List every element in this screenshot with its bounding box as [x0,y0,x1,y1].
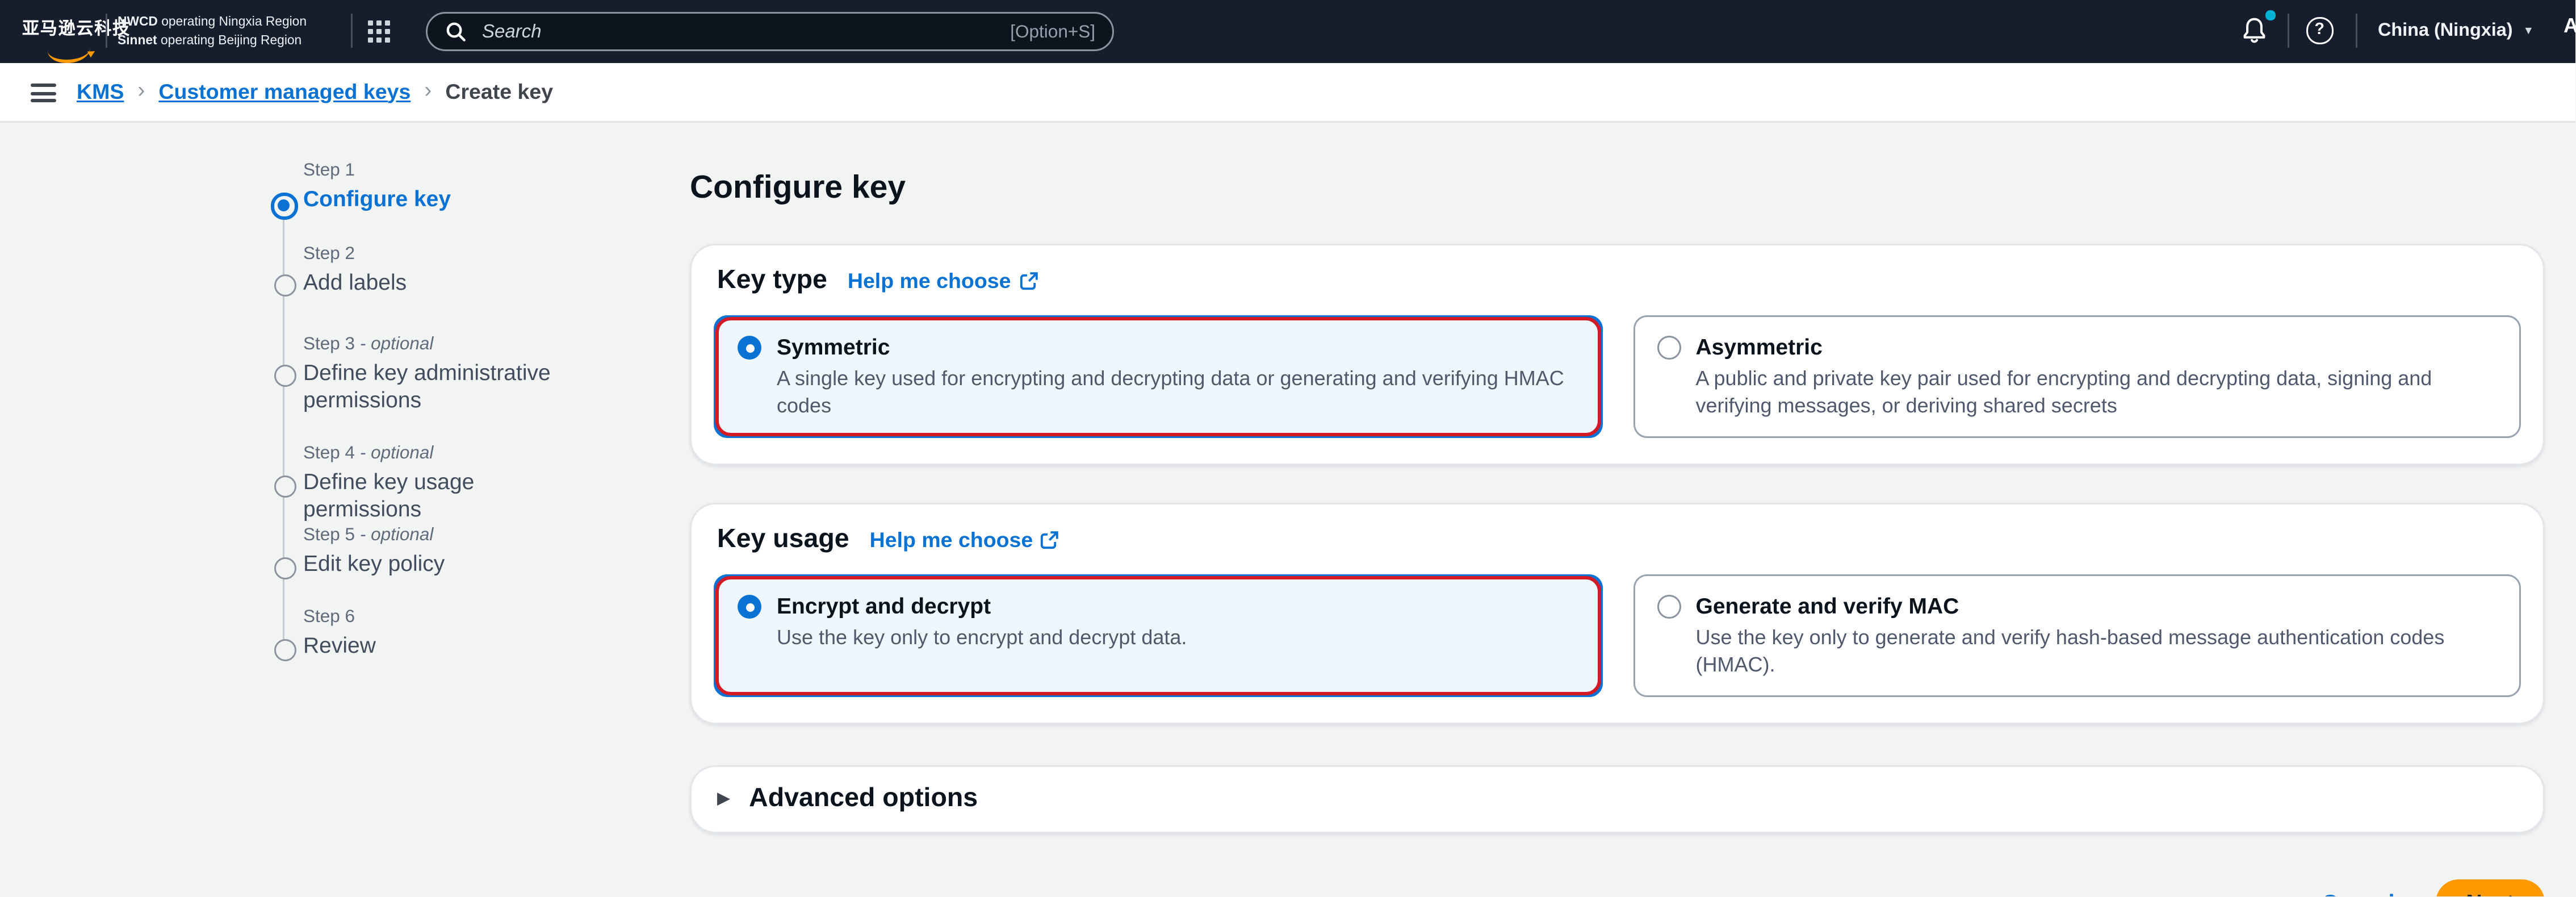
aws-china-logo[interactable]: 亚马逊云科技 [22,14,131,39]
wizard-step-define-key-usage-permissions: Step 4 - optional Define key usage permi… [303,443,596,523]
operator-line1-bold: NWCD [118,14,158,29]
option-title: Asymmetric [1696,334,2498,361]
bell-icon [2240,15,2269,46]
option-title: Encrypt and decrypt [777,593,1187,620]
key-type-option-symmetric[interactable]: Symmetric A single key used for encrypti… [714,315,1602,438]
account-menu-partial[interactable]: A [2564,14,2576,37]
step1-radio-active [271,193,298,219]
radio-selected-icon[interactable] [738,336,761,360]
key-usage-option-generate-verify-mac[interactable]: Generate and verify MAC Use the key only… [1633,574,2521,697]
notification-dot [2265,10,2275,20]
breadcrumb-bar: KMS › Customer managed keys › Create key [0,63,2576,122]
wizard-step-configure-key: Step 1 Configure key [303,160,596,212]
region-selector[interactable]: China (Ningxia) ▼ [2378,20,2534,41]
help-link-label: Help me choose [848,269,1011,293]
radio-selected-icon[interactable] [738,595,761,619]
notifications-button[interactable] [2240,15,2274,49]
key-type-option-asymmetric[interactable]: Asymmetric A public and private key pair… [1633,315,2521,438]
breadcrumb-kms-link[interactable]: KMS [77,80,124,103]
step-title[interactable]: Define key administrative permissions [303,359,596,414]
cancel-button[interactable]: Cancel [2322,889,2395,897]
chevron-right-icon: › [424,77,432,102]
search-input[interactable] [479,20,998,44]
chevron-right-icon: › [137,77,145,102]
region-operator-text: NWCD operating Ningxia Region Sinnet ope… [118,14,307,50]
operator-line2-rest: operating Beijing Region [157,32,302,47]
topbar-divider [2356,14,2357,48]
option-description: Use the key only to generate and verify … [1696,625,2498,678]
external-link-icon [1040,530,1060,550]
key-usage-section: Key usage Help me choose Encrypt and dec… [690,503,2545,724]
option-title: Generate and verify MAC [1696,593,2498,620]
step-label: Step 3 [303,334,360,354]
topbar-divider [351,14,353,48]
step6-radio [274,639,296,661]
step-label: Step 4 [303,443,360,464]
operator-line1-rest: operating Ningxia Region [158,14,307,29]
step-optional-suffix: - optional [360,525,434,545]
key-type-help-link[interactable]: Help me choose [848,269,1038,293]
wizard-step-edit-key-policy: Step 5 - optional Edit key policy [303,525,596,577]
wizard-step-review: Step 6 Review [303,607,596,659]
region-label: China (Ningxia) [2378,20,2513,41]
topbar-divider [106,14,107,48]
page-title: Configure key [690,170,2545,208]
step3-radio [274,365,296,387]
breadcrumb-customer-managed-keys-link[interactable]: Customer managed keys [158,80,411,103]
option-description: A single key used for encrypting and dec… [777,366,1578,419]
breadcrumb-current-page: Create key [445,80,553,103]
step-label: Step 6 [303,607,355,627]
next-button[interactable]: Next [2435,879,2545,897]
search-shortcut-hint: [Option+S] [1010,22,1095,42]
global-search-bar[interactable]: [Option+S] [426,12,1114,51]
step-title[interactable]: Edit key policy [303,550,596,577]
step-optional-suffix: - optional [360,443,434,464]
step-label: Step 1 [303,160,355,181]
chevron-down-icon: ▼ [2523,25,2534,37]
radio-unselected-icon[interactable] [1657,336,1681,360]
aws-console-window: 亚马逊云科技 NWCD operating Ningxia Region Sin… [0,0,2576,897]
main-content: Configure key Key type Help me choose [690,170,2545,897]
step-title[interactable]: Configure key [303,185,596,212]
breadcrumb: KMS › Customer managed keys › Create key [77,78,553,104]
option-description: Use the key only to encrypt and decrypt … [777,625,1187,652]
key-usage-heading: Key usage [717,525,849,556]
wizard-footer-actions: Cancel Next [690,879,2545,897]
step4-radio [274,475,296,498]
step-label: Step 2 [303,244,355,264]
help-button[interactable]: ? [2306,17,2333,44]
step-label: Step 5 [303,525,360,545]
search-icon [445,20,467,43]
help-link-label: Help me choose [870,528,1033,552]
radio-unselected-icon[interactable] [1657,595,1681,619]
key-usage-help-link[interactable]: Help me choose [870,528,1061,552]
wizard-step-define-key-administrative-permissions: Step 3 - optional Define key administrat… [303,334,596,414]
step-optional-suffix: - optional [360,334,434,354]
operator-line2-bold: Sinnet [118,32,157,47]
help-question-icon: ? [2315,21,2324,40]
option-description: A public and private key pair used for e… [1696,366,2498,419]
step-title[interactable]: Define key usage permissions [303,468,596,523]
services-grid-icon[interactable] [368,20,390,43]
wizard-step-add-labels: Step 2 Add labels [303,244,596,296]
caret-right-icon: ▶ [717,789,730,808]
side-menu-toggle[interactable] [31,84,56,103]
key-type-section: Key type Help me choose Symmetric A sing… [690,244,2545,465]
step-title[interactable]: Add labels [303,269,596,296]
aws-smile-icon [48,46,90,63]
aws-logo-text: 亚马逊云科技 [22,20,131,39]
step5-radio [274,557,296,579]
advanced-options-expander[interactable]: ▶ Advanced options [690,765,2545,833]
step2-radio [274,274,296,297]
key-usage-option-encrypt-decrypt[interactable]: Encrypt and decrypt Use the key only to … [714,574,1602,697]
external-link-icon [1018,271,1038,291]
step-title[interactable]: Review [303,632,596,659]
advanced-options-label: Advanced options [749,784,978,815]
topbar-divider [2288,14,2289,48]
key-type-heading: Key type [717,266,827,297]
option-title: Symmetric [777,334,1578,361]
screen-stage: 亚马逊云科技 NWCD operating Ningxia Region Sin… [0,0,2576,897]
top-navigation-bar: 亚马逊云科技 NWCD operating Ningxia Region Sin… [0,0,2576,63]
